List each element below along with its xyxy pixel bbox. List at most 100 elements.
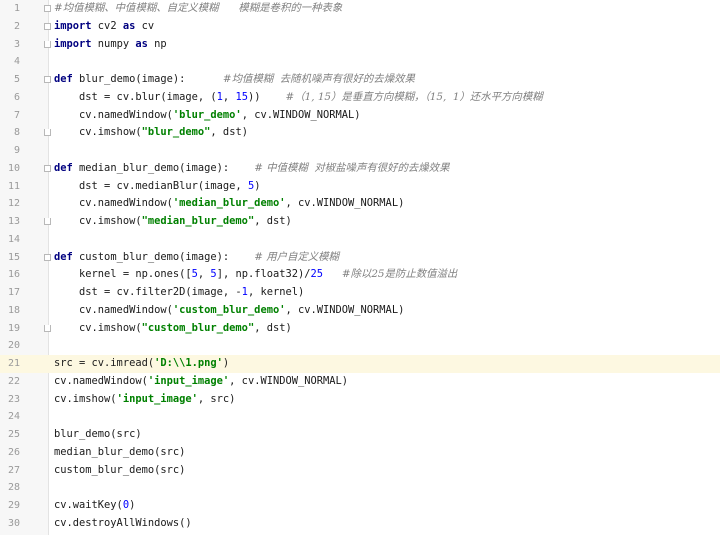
code-comment: # 中值模糊 对椒盐噪声有很好的去燥效果 — [254, 161, 450, 174]
code-token: cv — [135, 19, 155, 32]
code-line[interactable]: 29 cv.waitKey(0) — [0, 497, 720, 515]
code-line[interactable]: 26 median_blur_demo(src) — [0, 444, 720, 462]
code-line[interactable]: 12 cv.namedWindow('median_blur_demo', cv… — [0, 195, 720, 213]
line-number: 23 — [7, 393, 20, 405]
code-comment: #（1, 15）是垂直方向模糊，（15, 1）还水平方向模糊 — [285, 90, 543, 103]
code-comment: #除以25是防止数值溢出 — [341, 268, 458, 281]
code-line[interactable]: 21 src = cv.imread('D:\\1.png') — [0, 355, 720, 373]
code-text: #均值模糊、中值模糊、自定义模糊 模糊是卷积的一种表象 — [54, 0, 342, 18]
code-token: dst = cv.medianBlur(image, — [54, 179, 248, 192]
line-number: 25 — [7, 429, 20, 440]
code-text: cv.imshow('input_image', src) — [54, 391, 235, 409]
code-line[interactable]: 18 cv.namedWindow('custom_blur_demo', cv… — [0, 302, 720, 320]
code-keyword: as — [135, 37, 148, 50]
code-token: , dst) — [254, 215, 292, 227]
code-line[interactable]: 9 — [0, 142, 720, 160]
code-token: blur_demo(src) — [54, 428, 142, 440]
code-lines: 1 #均值模糊、中值模糊、自定义模糊 模糊是卷积的一种表象 2 import cv2 … — [0, 0, 720, 533]
code-text: cv.destroyAllWindows() — [54, 515, 192, 533]
code-line[interactable]: 20 — [0, 337, 720, 355]
code-string: 'input_image' — [147, 374, 230, 387]
line-number: 15 — [7, 251, 20, 263]
code-token: , cv.WINDOW_NORMAL) — [285, 303, 405, 316]
fold-end-icon[interactable] — [44, 324, 51, 332]
fold-toggle-icon[interactable] — [44, 253, 51, 261]
code-line[interactable]: 13 cv.imshow("median_blur_demo", dst) — [0, 213, 720, 231]
fold-toggle-icon[interactable] — [44, 5, 51, 12]
fold-toggle-icon[interactable] — [44, 22, 51, 30]
code-text: def custom_blur_demo(image): # 用户自定义模糊 — [54, 249, 339, 267]
code-text: kernel = np.ones([5, 5], np.float32)/25 … — [54, 266, 457, 284]
code-line[interactable]: 15 def custom_blur_demo(image): # 用户自定义模糊 — [0, 249, 720, 267]
line-number: 27 — [7, 464, 20, 476]
code-token: , cv.WINDOW_NORMAL) — [241, 108, 361, 121]
code-string: 'median_blur_demo' — [172, 197, 286, 210]
code-text: def blur_demo(image): #均值模糊 去随机噪声有很好的去燥效… — [54, 71, 415, 89]
code-token: cv.imshow( — [54, 392, 117, 405]
line-number: 26 — [7, 446, 20, 458]
code-line[interactable]: 11 dst = cv.medianBlur(image, 5) — [0, 178, 720, 196]
code-line[interactable]: 24 — [0, 408, 720, 426]
line-number: 16 — [7, 269, 20, 281]
code-text: median_blur_demo(src) — [54, 444, 185, 462]
code-line[interactable]: 3 import numpy as np — [0, 36, 720, 54]
code-line[interactable]: 2 import cv2 as cv — [0, 18, 720, 36]
code-line[interactable]: 19 cv.imshow("custom_blur_demo", dst) — [0, 320, 720, 338]
fold-toggle-icon[interactable] — [44, 76, 51, 83]
code-token: , — [222, 90, 236, 103]
code-line[interactable]: 23 cv.imshow('input_image', src) — [0, 391, 720, 409]
code-line[interactable]: 8 cv.imshow("blur_demo", dst) — [0, 124, 720, 142]
code-line[interactable]: 30 cv.destroyAllWindows() — [0, 515, 720, 533]
fold-end-icon[interactable] — [44, 129, 51, 137]
line-number: 29 — [7, 500, 20, 511]
line-number: 10 — [7, 162, 20, 174]
code-text: cv.namedWindow('blur_demo', cv.WINDOW_NO… — [54, 107, 361, 125]
code-token: ) — [129, 499, 136, 511]
code-token: , dst) — [210, 126, 248, 139]
code-line[interactable]: 6 dst = cv.blur(image, (1, 15)) #（1, 15）… — [0, 89, 720, 107]
code-token: src = cv.imread( — [54, 357, 155, 369]
line-number: 18 — [7, 304, 20, 316]
code-token: 15 — [235, 90, 248, 103]
code-line[interactable]: 25 blur_demo(src) — [0, 426, 720, 444]
code-line[interactable]: 16 kernel = np.ones([5, 5], np.float32)/… — [0, 266, 720, 284]
code-string: 'custom_blur_demo' — [172, 303, 286, 316]
fold-end-icon[interactable] — [44, 40, 51, 48]
code-token: ) — [254, 179, 261, 192]
code-text: import numpy as np — [54, 36, 167, 54]
code-line[interactable]: 5 def blur_demo(image): #均值模糊 去随机噪声有很好的去燥… — [0, 71, 720, 89]
code-line[interactable]: 28 — [0, 479, 720, 497]
code-line[interactable]: 17 dst = cv.filter2D(image, -1, kernel) — [0, 284, 720, 302]
code-line[interactable]: 4 — [0, 53, 720, 71]
line-number: 30 — [7, 517, 20, 529]
code-token: 25 — [310, 268, 324, 281]
code-keyword: def — [54, 250, 73, 263]
code-keyword: def — [54, 73, 73, 85]
code-text: dst = cv.blur(image, (1, 15)) #（1, 15）是垂… — [54, 89, 543, 107]
code-keyword: as — [122, 19, 136, 32]
code-token: cv.destroyAllWindows() — [54, 516, 192, 529]
fold-toggle-icon[interactable] — [44, 164, 51, 172]
fold-end-icon[interactable] — [44, 218, 51, 225]
code-keyword: def — [54, 161, 73, 174]
code-text: cv.namedWindow('median_blur_demo', cv.WI… — [54, 195, 404, 213]
code-text: src = cv.imread('D:\\1.png') — [54, 355, 229, 373]
code-line[interactable]: 1 #均值模糊、中值模糊、自定义模糊 模糊是卷积的一种表象 — [0, 0, 720, 18]
code-line[interactable]: 27 custom_blur_demo(src) — [0, 462, 720, 480]
code-editor[interactable]: 1 #均值模糊、中值模糊、自定义模糊 模糊是卷积的一种表象 2 import cv2 … — [0, 0, 720, 535]
code-string: 'input_image' — [116, 392, 198, 405]
code-line[interactable]: 7 cv.namedWindow('blur_demo', cv.WINDOW_… — [0, 107, 720, 125]
code-line[interactable]: 10 def median_blur_demo(image): # 中值模糊 对椒… — [0, 160, 720, 178]
code-line[interactable]: 22 cv.namedWindow('input_image', cv.WINDO… — [0, 373, 720, 391]
code-token: , dst) — [254, 321, 292, 334]
code-token: , cv.WINDOW_NORMAL) — [285, 197, 405, 210]
code-text: dst = cv.filter2D(image, -1, kernel) — [54, 284, 304, 302]
line-number: 19 — [7, 322, 20, 334]
code-token: median_blur_demo(src) — [54, 445, 186, 458]
line-number: 13 — [7, 216, 20, 227]
line-number: 5 — [13, 74, 20, 85]
code-line[interactable]: 14 — [0, 231, 720, 249]
line-number: 24 — [7, 411, 20, 423]
code-token: ], np.float32)/ — [216, 268, 311, 281]
